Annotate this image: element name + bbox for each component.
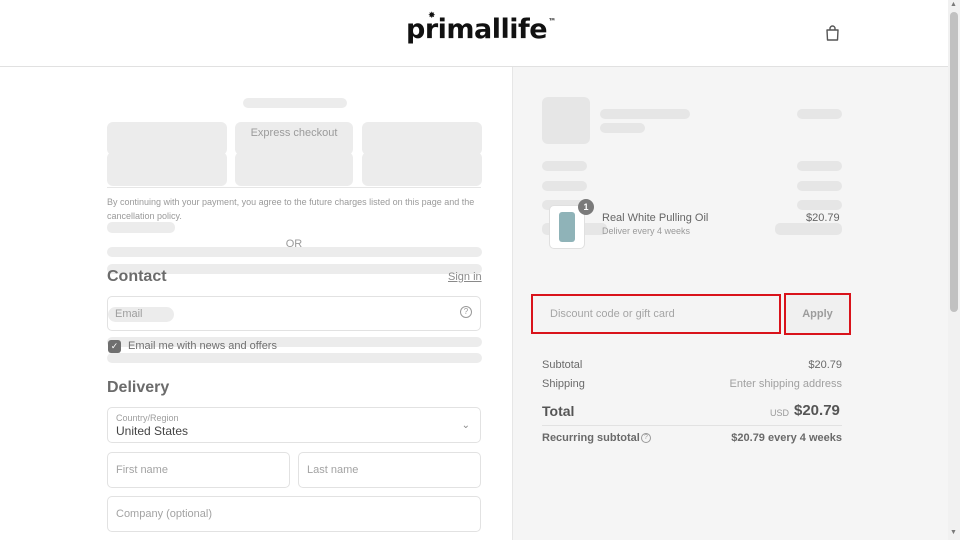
skeleton-bar [775, 223, 842, 235]
first-name-field[interactable]: First name [107, 452, 290, 488]
express-pay-button-6[interactable] [362, 152, 482, 186]
newsletter-checkbox[interactable]: ✓ [108, 340, 121, 353]
help-icon[interactable]: ? [460, 306, 472, 318]
skeleton-bar [797, 109, 842, 119]
recurring-subtotal-value: $20.79 every 4 weeks [731, 432, 842, 444]
page-header: ✸ primallife™ [0, 0, 948, 67]
subtotal-label: Subtotal [542, 359, 583, 371]
total-currency: USD [770, 408, 790, 418]
logo[interactable]: ✸ primallife™ [406, 11, 556, 45]
total-value: $20.79 [794, 402, 840, 419]
company-placeholder: Company (optional) [116, 508, 212, 520]
company-field[interactable]: Company (optional) [107, 496, 481, 532]
first-name-placeholder: First name [116, 464, 168, 476]
shipping-label: Shipping [542, 378, 585, 390]
country-select[interactable]: Country/Region United States ⌄ [107, 407, 481, 443]
shipping-value: Enter shipping address [729, 378, 842, 390]
scrollbar[interactable]: ▲ ▼ [948, 0, 960, 540]
express-pay-button-5[interactable] [235, 152, 353, 186]
last-name-field[interactable]: Last name [298, 452, 481, 488]
skeleton-bar [107, 247, 482, 257]
skeleton-thumbnail [542, 97, 590, 144]
skeleton-bar [542, 181, 587, 191]
express-title-placeholder [243, 98, 347, 108]
country-label: Country/Region [116, 413, 179, 423]
total-divider [542, 425, 842, 426]
scrollbar-thumb[interactable] [950, 12, 958, 312]
skeleton-bar [600, 123, 645, 133]
email-placeholder: Email [115, 308, 143, 320]
delivery-heading: Delivery [107, 379, 170, 396]
shopping-bag-icon[interactable] [825, 25, 840, 41]
express-pay-button-3[interactable] [362, 122, 482, 155]
express-divider [107, 187, 481, 188]
chevron-down-icon: ⌄ [461, 420, 470, 431]
product-price: $20.79 [806, 212, 840, 224]
express-pay-button-1[interactable] [107, 122, 227, 155]
country-value: United States [116, 424, 189, 438]
total-label: Total [542, 403, 575, 419]
express-pay-button-4[interactable] [107, 152, 227, 186]
logo-spark-icon: ✸ [428, 11, 436, 21]
skeleton-bar [600, 109, 690, 119]
skeleton-bar [107, 353, 482, 363]
recurring-subtotal-label: Recurring subtotal [542, 432, 640, 444]
scroll-up-arrow-icon[interactable]: ▲ [950, 1, 957, 8]
sign-in-link[interactable]: Sign in [448, 271, 482, 283]
legal-text: By continuing with your payment, you agr… [107, 197, 475, 221]
newsletter-label: Email me with news and offers [128, 340, 277, 352]
product-subscription: Deliver every 4 weeks [602, 226, 691, 236]
quantity-badge: 1 [578, 199, 594, 215]
help-icon[interactable]: ? [641, 433, 651, 443]
legal-link-placeholder [107, 222, 175, 233]
express-checkout-label: Express checkout [250, 127, 338, 139]
contact-heading: Contact [107, 268, 167, 285]
skeleton-bar [797, 181, 842, 191]
discount-code-input[interactable]: Discount code or gift card [531, 294, 781, 334]
product-name: Real White Pulling Oil [602, 212, 709, 224]
scroll-down-arrow-icon[interactable]: ▼ [950, 529, 957, 536]
skeleton-bar [542, 161, 587, 171]
subtotal-value: $20.79 [808, 359, 842, 371]
discount-placeholder: Discount code or gift card [550, 308, 675, 320]
skeleton-bar [797, 161, 842, 171]
logo-tm: ™ [548, 17, 556, 26]
skeleton-bar [797, 200, 842, 210]
product-bottle-image [559, 212, 575, 242]
apply-discount-button[interactable]: Apply [784, 293, 851, 335]
last-name-placeholder: Last name [307, 464, 359, 476]
